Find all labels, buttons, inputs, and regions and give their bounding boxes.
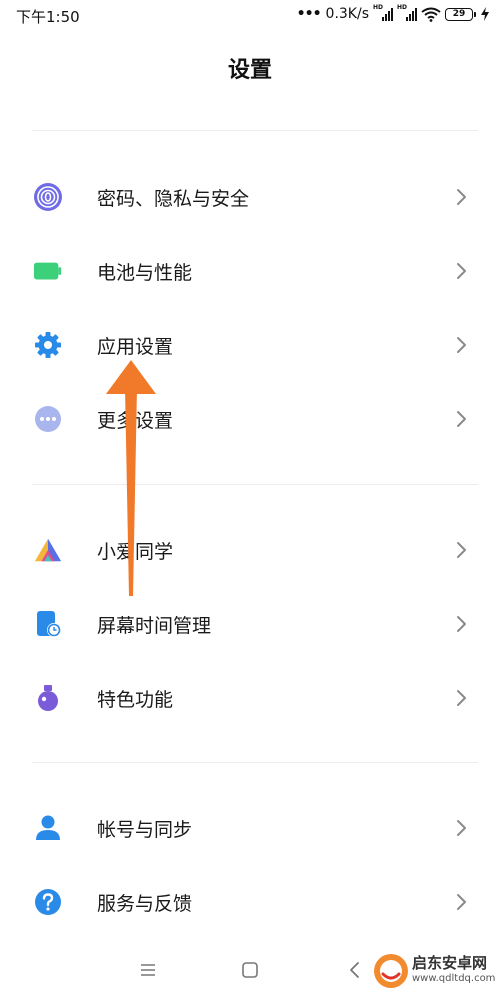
xiaoai-icon: [33, 535, 63, 565]
help-icon: [33, 887, 63, 917]
settings-item-xiaoai[interactable]: 小爱同学: [0, 515, 500, 585]
divider: [32, 762, 478, 763]
back-chevron-icon: [350, 962, 359, 978]
divider: [32, 484, 478, 485]
settings-item-privacy-security[interactable]: 密码、隐私与安全: [0, 162, 500, 232]
chevron-right-icon: [457, 894, 466, 910]
chevron-right-icon: [457, 616, 466, 632]
notification-dots-icon: •••: [296, 6, 322, 22]
network-speed: 0.3K/s: [325, 6, 369, 22]
page-title: 设置: [227, 58, 272, 83]
chevron-right-icon: [457, 337, 466, 353]
chevron-right-icon: [457, 411, 466, 427]
menu-icon: [141, 964, 155, 976]
charging-bolt-icon: [481, 7, 489, 21]
fingerprint-icon: [33, 182, 63, 212]
more-dots-icon: [33, 404, 63, 434]
settings-item-label: 更多设置: [97, 409, 174, 432]
chevron-right-icon: [457, 542, 466, 558]
status-indicators: ••• 0.3K/s HD HD 29: [296, 4, 490, 22]
chevron-right-icon: [457, 820, 466, 836]
settings-item-special-features[interactable]: 特色功能: [0, 663, 500, 733]
settings-item-app-settings[interactable]: 应用设置: [0, 310, 500, 380]
account-icon: [33, 813, 63, 843]
settings-item-label: 特色功能: [97, 688, 174, 711]
settings-item-account-sync[interactable]: 帐号与同步: [0, 793, 500, 863]
settings-item-label: 小爱同学: [97, 540, 174, 563]
signal-sim1-icon: HD: [373, 4, 393, 21]
settings-item-more-settings[interactable]: 更多设置: [0, 384, 500, 454]
settings-item-label: 密码、隐私与安全: [97, 187, 250, 210]
watermark-name: 启东安卓网: [412, 954, 488, 972]
signal-sim2-icon: HD: [397, 4, 417, 21]
gear-icon: [33, 330, 63, 360]
home-button[interactable]: [238, 958, 262, 982]
status-time: 下午1:50: [16, 8, 80, 26]
screen-time-icon: [33, 609, 63, 639]
settings-item-label: 应用设置: [97, 335, 174, 358]
back-button[interactable]: [343, 958, 367, 982]
wifi-icon: [421, 7, 441, 22]
settings-item-label: 屏幕时间管理: [97, 614, 212, 637]
settings-item-screen-time[interactable]: 屏幕时间管理: [0, 589, 500, 659]
settings-item-battery-performance[interactable]: 电池与性能: [0, 236, 500, 306]
settings-item-label: 服务与反馈: [97, 892, 193, 915]
battery-level: 29: [452, 9, 466, 19]
divider: [32, 130, 478, 131]
settings-item-label: 帐号与同步: [97, 818, 193, 841]
battery-icon: [33, 256, 63, 286]
home-square-icon: [242, 962, 258, 978]
chevron-right-icon: [457, 189, 466, 205]
watermark-logo-icon: [374, 954, 408, 988]
menu-button[interactable]: [136, 958, 160, 982]
watermark: 启东安卓网 www.qdltdq.com: [370, 940, 500, 1000]
flask-icon: [33, 683, 63, 713]
chevron-right-icon: [457, 263, 466, 279]
battery-indicator: 29: [445, 7, 476, 21]
status-bar: 下午1:50 ••• 0.3K/s HD HD 29: [0, 0, 500, 32]
watermark-url: www.qdltdq.com: [412, 973, 496, 984]
chevron-right-icon: [457, 690, 466, 706]
settings-item-service-feedback[interactable]: 服务与反馈: [0, 867, 500, 937]
settings-item-label: 电池与性能: [97, 261, 193, 284]
